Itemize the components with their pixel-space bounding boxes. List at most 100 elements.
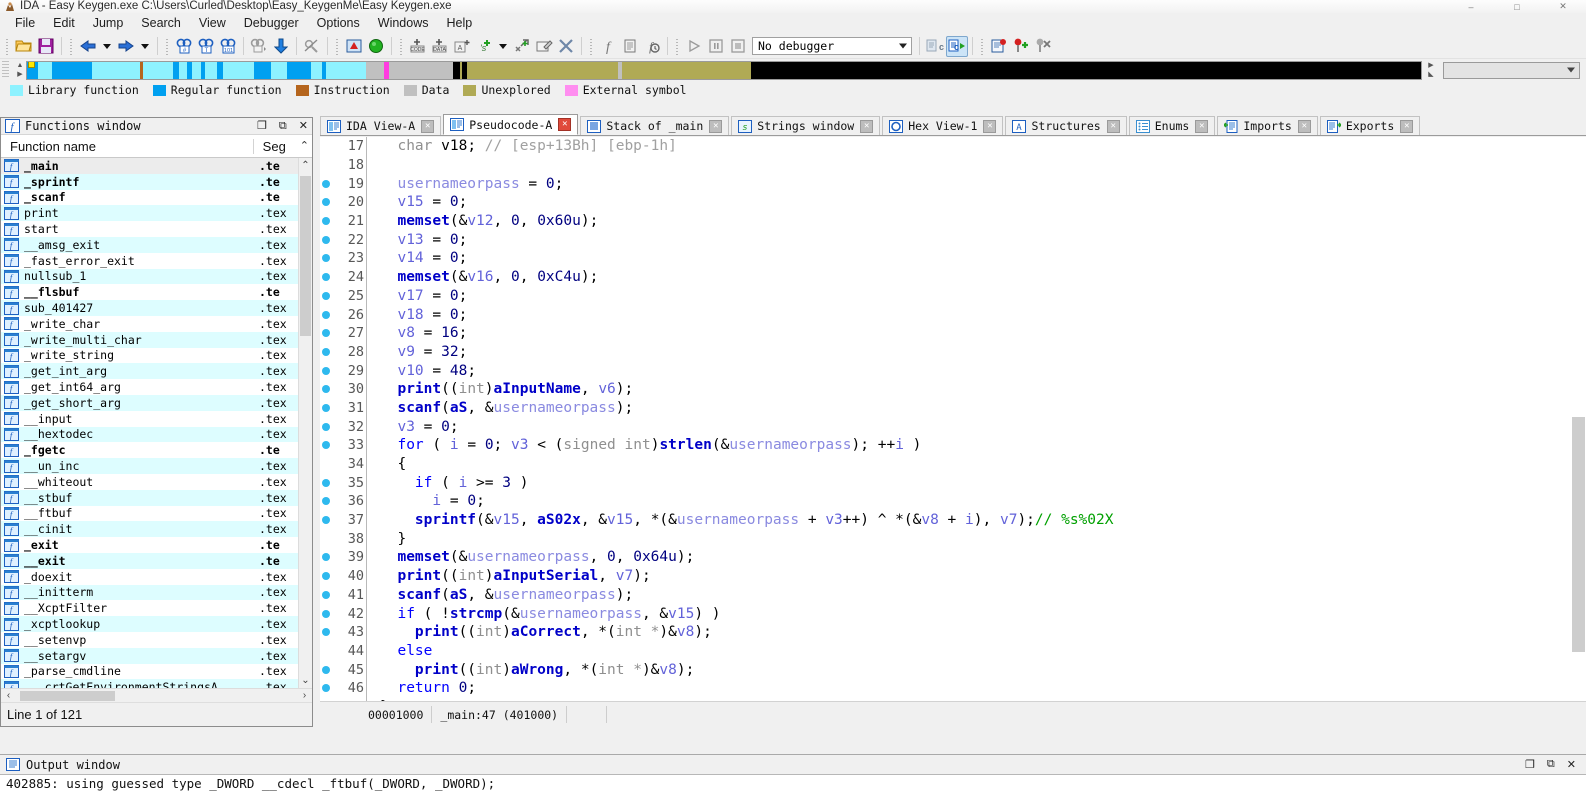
navband-segment[interactable]: [310, 61, 322, 79]
code-line[interactable]: 33 for ( i = 0; v3 < (signed int)strlen(…: [320, 436, 1571, 455]
breakpoint-marker-icon[interactable]: [320, 385, 332, 394]
ready-icon[interactable]: [365, 36, 387, 57]
navband-segment[interactable]: [51, 61, 92, 79]
table-row[interactable]: f __cinit .tex: [1, 521, 298, 538]
table-row[interactable]: f _parse_cmdline .tex: [1, 664, 298, 680]
make-struct-icon[interactable]: 's: [473, 36, 495, 57]
scroll-down-icon[interactable]: ⌄: [299, 673, 312, 688]
tab-hex-view-1[interactable]: Hex View-1 ✕: [882, 116, 1004, 135]
code-line[interactable]: 29 v10 = 48;: [320, 361, 1571, 380]
toolbar-grip-2[interactable]: [69, 36, 74, 56]
forward-dropdown-icon[interactable]: [137, 36, 153, 57]
close-button[interactable]: ✕: [1540, 0, 1586, 13]
toolbar-grip-4[interactable]: [335, 36, 340, 56]
navband-segment[interactable]: [204, 61, 218, 79]
navband-segment[interactable]: [270, 61, 288, 79]
navband-zoom-arrows[interactable]: ▲ ▶: [14, 61, 26, 80]
table-row[interactable]: f _sprintf .te: [1, 173, 298, 190]
search-binary-icon[interactable]: 101: [217, 36, 239, 57]
maximize-icon[interactable]: ❐: [1525, 758, 1535, 771]
stop-icon[interactable]: [727, 36, 749, 57]
close-icon[interactable]: ✕: [421, 119, 435, 133]
code-line[interactable]: 36 i = 0;: [320, 492, 1571, 511]
table-row[interactable]: f start .tex: [1, 221, 298, 237]
scrollbar-thumb[interactable]: [1572, 417, 1585, 652]
search-hash-icon[interactable]: #: [173, 36, 195, 57]
close-icon[interactable]: ✕: [983, 119, 997, 133]
breakpoint-marker-icon[interactable]: [320, 310, 332, 319]
tab-strings-window[interactable]: s Strings window ✕: [731, 116, 881, 135]
breakpoint-marker-icon[interactable]: [320, 572, 332, 581]
table-row[interactable]: f _main .te: [1, 158, 298, 174]
scrollbar-thumb[interactable]: [300, 176, 311, 336]
table-row[interactable]: f __setargv .tex: [1, 647, 298, 664]
table-row[interactable]: f _fast_error_exit .tex: [1, 253, 298, 269]
toolbar-grip-1[interactable]: [5, 36, 10, 56]
table-row[interactable]: f __whiteout .tex: [1, 474, 298, 490]
code-line[interactable]: 44 else: [320, 641, 1571, 661]
menu-item-debugger[interactable]: Debugger: [235, 14, 308, 32]
menu-item-edit[interactable]: Edit: [44, 14, 84, 32]
table-row[interactable]: f __input .tex: [1, 411, 298, 427]
menu-item-help[interactable]: Help: [437, 14, 481, 32]
breakpoint-marker-icon[interactable]: [320, 235, 332, 244]
navband-right-up-icon[interactable]: ▶: [1428, 62, 1433, 69]
navband-segment[interactable]: [38, 61, 52, 79]
navband-segment[interactable]: [326, 61, 366, 79]
search-text-icon[interactable]: T: [195, 36, 217, 57]
breakpoint-marker-icon[interactable]: [320, 273, 332, 282]
back-dropdown-icon[interactable]: [99, 36, 115, 57]
table-row[interactable]: f _scanf .te: [1, 190, 298, 206]
close-icon[interactable]: ✕: [299, 120, 308, 132]
delete-icon[interactable]: [555, 36, 577, 57]
make-ascii-icon[interactable]: A: [451, 36, 473, 57]
close-icon[interactable]: ✕: [1400, 119, 1414, 133]
function-icon[interactable]: f: [597, 36, 619, 57]
close-icon[interactable]: ✕: [1567, 758, 1576, 771]
navband-segment[interactable]: [222, 61, 255, 79]
menu-item-file[interactable]: File: [6, 14, 44, 32]
breakpoint-marker-icon[interactable]: [320, 684, 332, 693]
navband-segment[interactable]: [91, 61, 141, 79]
breakpoint-marker-icon[interactable]: [320, 497, 332, 506]
code-line[interactable]: 31 scanf(aS, &usernameorpass);: [320, 398, 1571, 418]
close-icon[interactable]: ✕: [558, 118, 572, 131]
code-line[interactable]: 17 char v18; // [esp+13Bh] [ebp-1h]: [320, 137, 1571, 156]
breakpoint-marker-icon[interactable]: [320, 329, 332, 338]
code-line[interactable]: 39 memset(&usernameorpass, 0, 0x64u);: [320, 548, 1571, 567]
hscroll-track[interactable]: [16, 690, 297, 702]
functions-horizontal-scrollbar[interactable]: ‹ ›: [1, 688, 312, 702]
scroll-up-icon[interactable]: ⌃: [299, 158, 312, 173]
functions-list[interactable]: f _main .te f _sprintf .te f _scanf .te f print .te…: [1, 158, 298, 688]
make-code-icon[interactable]: CODE: [407, 36, 429, 57]
breakpoint-marker-icon[interactable]: [320, 516, 332, 525]
pseudocode-text-area[interactable]: 17 char v18; // [esp+13Bh] [ebp-1h] 18 19 …: [320, 137, 1571, 701]
maximize-icon[interactable]: ❐: [257, 120, 267, 132]
table-row[interactable]: f _xcptlookup .tex: [1, 616, 298, 632]
code-line[interactable]: 27 v8 = 16;: [320, 323, 1571, 343]
menu-item-windows[interactable]: Windows: [369, 14, 438, 32]
close-icon[interactable]: ✕: [1297, 119, 1311, 133]
breakpoint-marker-icon[interactable]: [320, 198, 332, 207]
breakpoint-marker-icon[interactable]: [320, 217, 332, 226]
code-line[interactable]: 38 }: [320, 529, 1571, 549]
tab-enums[interactable]: Enums ✕: [1128, 116, 1216, 135]
tab-imports[interactable]: Imports ✕: [1217, 116, 1318, 135]
table-row[interactable]: f __hextodec .tex: [1, 426, 298, 443]
make-struct-dropdown-icon[interactable]: [495, 36, 511, 57]
list-icon[interactable]: [619, 36, 641, 57]
navband-zoom-in-icon[interactable]: ▲: [17, 62, 24, 69]
menu-item-options[interactable]: Options: [308, 14, 369, 32]
table-row[interactable]: f _fgetc .te: [1, 442, 298, 458]
navband-segment[interactable]: [287, 61, 311, 79]
breakpoint-marker-icon[interactable]: [320, 665, 332, 674]
table-row[interactable]: f __initterm .tex: [1, 584, 298, 601]
breakpoint-marker-icon[interactable]: [320, 291, 332, 300]
breakpoint-marker-icon[interactable]: [320, 179, 332, 188]
code-line[interactable]: 40 print((int)aInputSerial, v7);: [320, 566, 1571, 586]
menu-item-search[interactable]: Search: [132, 14, 190, 32]
menu-item-jump[interactable]: Jump: [84, 14, 133, 32]
navband-segment[interactable]: [750, 61, 1421, 79]
navband-cursor[interactable]: [28, 61, 35, 68]
toolbar-grip-8[interactable]: [980, 36, 985, 56]
